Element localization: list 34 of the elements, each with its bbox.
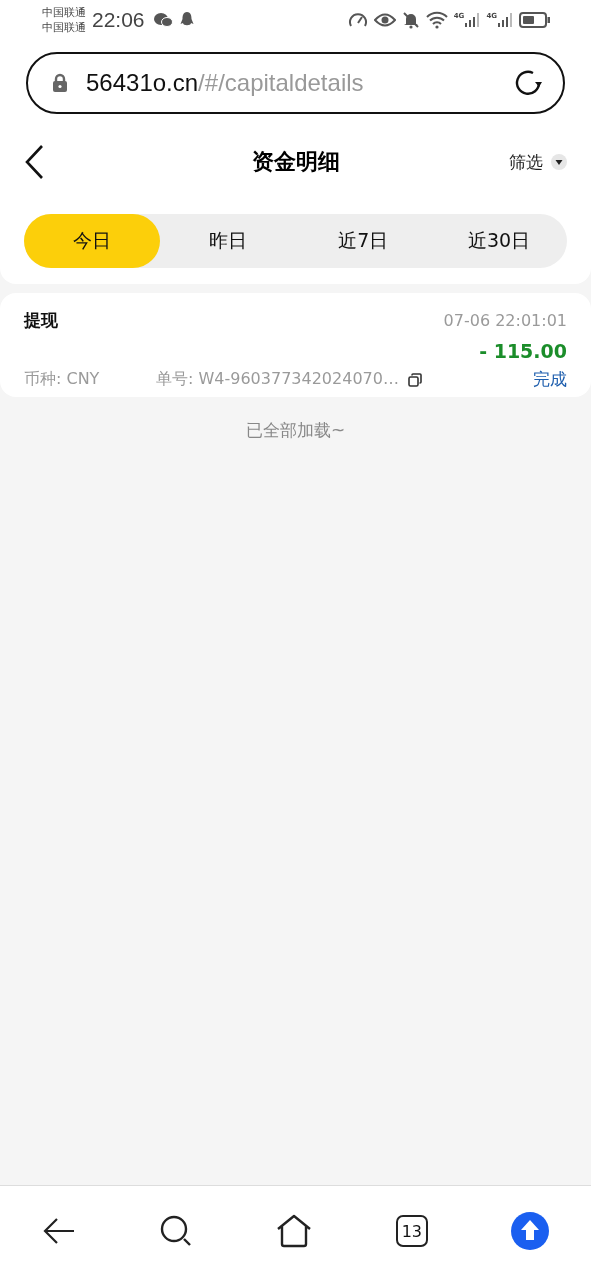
filter-button[interactable]: 筛选 — [509, 150, 567, 174]
signal-icon — [464, 12, 481, 28]
chat-bubbles-icon — [152, 12, 173, 28]
period-tab[interactable]: 今日 — [24, 214, 160, 268]
order-number: 单号: W4-960377342024070… — [156, 369, 399, 390]
period-tab[interactable]: 昨日 — [159, 214, 296, 268]
record-status: 完成 — [533, 368, 567, 391]
record-amount: - 115.00 — [478, 340, 567, 362]
carrier-label: 中国联通 — [42, 5, 86, 20]
currency-label: 币种: CNY — [24, 369, 101, 390]
record-time: 07-06 22:01:01 — [443, 311, 567, 330]
battery-icon — [519, 11, 551, 29]
address-bar[interactable]: 56431o.cn/#/capitaldetails — [26, 52, 565, 114]
speedometer-icon — [347, 11, 368, 29]
page-title: 资金明细 — [251, 148, 340, 176]
back-arrow-icon[interactable] — [41, 1216, 76, 1246]
reload-icon[interactable] — [513, 68, 543, 98]
caret-icon — [551, 154, 567, 170]
signal-icon — [497, 12, 513, 28]
record-type: 提现 — [24, 309, 58, 332]
lock-icon — [52, 73, 68, 93]
period-tab[interactable]: 近7日 — [295, 214, 432, 268]
end-of-list-note: 已全部加载~ — [244, 419, 347, 442]
period-tab[interactable]: 近30日 — [431, 214, 567, 268]
copy-icon[interactable] — [406, 371, 423, 388]
url-text: 56431o.cn/#/capitaldetails — [86, 69, 365, 97]
home-icon[interactable] — [276, 1214, 313, 1248]
tab-count-button[interactable]: 13 — [395, 1215, 428, 1247]
back-icon[interactable] — [24, 144, 46, 180]
clock: 22:06 — [92, 8, 145, 32]
wifi-icon — [425, 11, 448, 29]
eye-icon — [373, 12, 396, 28]
bell-off-icon — [401, 11, 420, 29]
carrier-label: 中国联通 — [42, 20, 86, 35]
